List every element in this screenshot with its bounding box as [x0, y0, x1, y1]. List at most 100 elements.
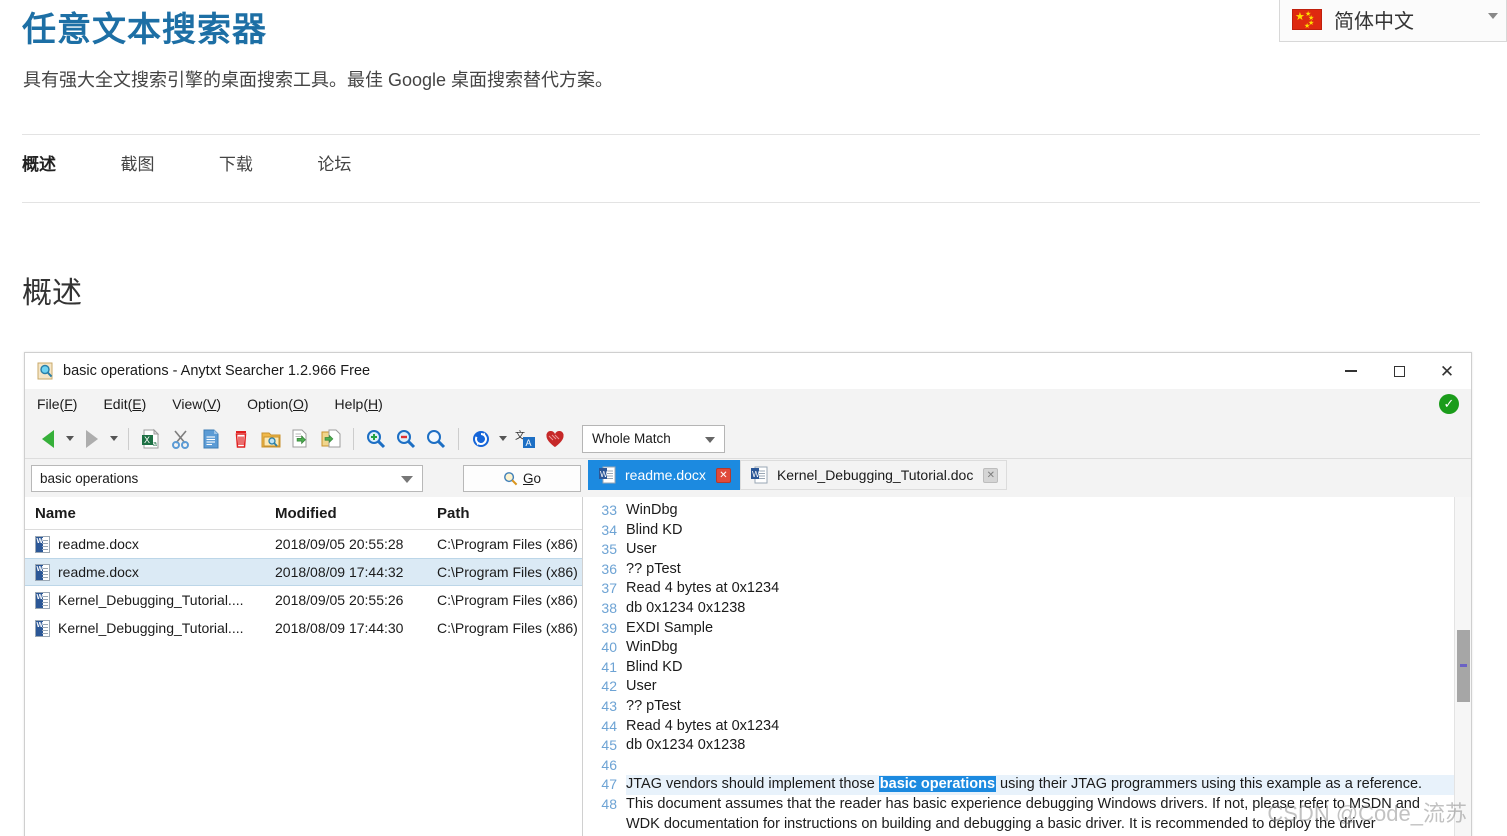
menu-option[interactable]: Option(O) — [247, 396, 308, 412]
doc-tab-readme[interactable]: W readme.docx ✕ — [588, 460, 740, 490]
line-number: 43 — [601, 697, 617, 714]
line-text: Read 4 bytes at 0x1234 — [626, 717, 780, 734]
menu-view[interactable]: View(V) — [172, 396, 221, 412]
menu-file[interactable]: File(F) — [37, 396, 77, 412]
tab-screenshots[interactable]: 截图 — [120, 150, 154, 175]
line-number: 33 — [601, 502, 617, 518]
go-button-label: Go — [522, 470, 542, 486]
file-name: readme.docx — [58, 564, 139, 580]
chevron-down-icon — [499, 436, 507, 441]
svg-text:X: X — [144, 435, 150, 445]
table-row[interactable]: readme.docx 2018/08/09 17:44:32 C:\Progr… — [25, 558, 582, 586]
close-icon[interactable]: ✕ — [715, 467, 731, 483]
match-mode-select[interactable]: Whole Match — [582, 424, 725, 453]
refresh-button[interactable] — [466, 424, 496, 454]
page-subtitle: 具有强大全文搜索引擎的桌面搜索工具。最佳 Google 桌面搜索替代方案。 — [23, 70, 614, 90]
donate-button[interactable] — [540, 424, 570, 454]
language-label: 简体中文 — [1334, 10, 1414, 33]
maximize-button[interactable] — [1375, 353, 1423, 389]
open-folder-search-icon — [261, 432, 281, 447]
preview-line: 45 db 0x1234 0x1238 — [591, 736, 1454, 756]
zoom-reset-button[interactable] — [421, 424, 451, 454]
export-file-icon — [292, 429, 307, 447]
column-header-path[interactable]: Path — [427, 505, 577, 522]
forward-button[interactable] — [77, 424, 107, 454]
tab-downloads[interactable]: 下载 — [219, 150, 253, 175]
language-selector[interactable]: ★ ★ ★ ★ ★ 简体中文 — [1279, 0, 1507, 42]
word-doc-icon: W — [750, 466, 768, 484]
line-text: This document assumes that the reader ha… — [626, 795, 1424, 832]
go-button[interactable]: Go — [463, 464, 581, 492]
scrollbar-thumb[interactable] — [1457, 630, 1470, 702]
doc-tab-kernel-debugging[interactable]: W Kernel_Debugging_Tutorial.doc ✕ — [739, 460, 1008, 490]
line-text: User — [626, 541, 657, 558]
line-number: 37 — [601, 580, 617, 597]
export-excel-icon: X a — [142, 428, 160, 448]
svg-text:W: W — [600, 470, 608, 479]
file-modified: 2018/08/09 17:44:30 — [275, 620, 404, 636]
line-number: 48 — [601, 795, 617, 812]
table-row[interactable]: Kernel_Debugging_Tutorial.... 2018/09/05… — [25, 586, 582, 614]
window-title: basic operations - Anytxt Searcher 1.2.9… — [63, 363, 371, 379]
app-toolbar: X a 文 A Whole Match — [25, 419, 1471, 459]
line-text: Read 4 bytes at 0x1234 — [626, 580, 780, 597]
tab-overview[interactable]: 概述 — [22, 150, 56, 175]
chevron-down-icon — [705, 436, 715, 443]
preview-line: 43 ?? pTest — [591, 697, 1454, 717]
preview-line: 39 EXDI Sample — [591, 619, 1454, 639]
main-split: Name Modified Path readme.docx 2018/09/0… — [25, 497, 1471, 836]
refresh-dropdown-button[interactable] — [496, 425, 510, 453]
app-titlebar: basic operations - Anytxt Searcher 1.2.9… — [25, 353, 1471, 389]
cut-button[interactable] — [166, 424, 196, 454]
line-text: ?? pTest — [626, 697, 681, 714]
column-header-name[interactable]: Name — [25, 505, 265, 522]
back-dropdown-button[interactable] — [63, 425, 77, 453]
back-button[interactable] — [33, 424, 63, 454]
preview-line: 42 User — [591, 677, 1454, 697]
minimize-icon — [1345, 370, 1357, 372]
preview-line: 46 — [591, 756, 1454, 776]
line-number: 46 — [601, 756, 617, 773]
minimize-button[interactable] — [1327, 353, 1375, 389]
app-menubar: File(F) Edit(E) View(V) Option(O) Help(H… — [25, 389, 1471, 419]
open-folder-search-button[interactable] — [256, 424, 286, 454]
zoom-out-button[interactable] — [391, 424, 421, 454]
table-row[interactable]: Kernel_Debugging_Tutorial.... 2018/08/09… — [25, 614, 582, 642]
export-excel-button[interactable]: X a — [136, 424, 166, 454]
line-number: 47 — [601, 776, 617, 793]
close-button[interactable]: ✕ — [1423, 353, 1471, 389]
preview-line-match: 47 JTAG vendors should implement those b… — [591, 775, 1454, 795]
column-header-modified[interactable]: Modified — [265, 505, 427, 522]
menu-help[interactable]: Help(H) — [335, 396, 383, 412]
chevron-down-icon[interactable] — [401, 475, 413, 483]
line-number: 39 — [601, 619, 617, 636]
preview-line: 33 WinDbg — [591, 501, 1454, 521]
forward-dropdown-button[interactable] — [107, 425, 121, 453]
tab-forum[interactable]: 论坛 — [317, 150, 351, 175]
document-button[interactable] — [196, 424, 226, 454]
zoom-in-button[interactable] — [361, 424, 391, 454]
svg-text:A: A — [526, 438, 532, 448]
svg-text:W: W — [752, 470, 760, 479]
translate-button[interactable]: 文 A — [510, 424, 540, 454]
chevron-down-icon — [110, 436, 118, 441]
search-input[interactable]: basic operations — [31, 464, 423, 492]
export-file-button[interactable] — [286, 424, 316, 454]
file-name: Kernel_Debugging_Tutorial.... — [58, 592, 244, 608]
preview-scrollbar[interactable] — [1454, 497, 1471, 836]
file-path: C:\Program Files (x86)\ — [437, 536, 577, 552]
doc-tab-label: readme.docx — [625, 467, 706, 483]
word-doc-icon — [35, 619, 50, 637]
line-number: 35 — [601, 541, 617, 558]
delete-button[interactable] — [226, 424, 256, 454]
header-divider — [22, 134, 1480, 135]
file-modified: 2018/09/05 20:55:28 — [275, 536, 404, 552]
preview-line: 44 Read 4 bytes at 0x1234 — [591, 717, 1454, 737]
file-modified: 2018/09/05 20:55:26 — [275, 592, 404, 608]
close-icon[interactable]: ✕ — [983, 467, 999, 483]
table-row[interactable]: readme.docx 2018/09/05 20:55:28 C:\Progr… — [25, 530, 582, 558]
menu-edit[interactable]: Edit(E) — [103, 396, 146, 412]
line-number: 34 — [601, 521, 617, 538]
chevron-down-icon — [66, 436, 74, 441]
import-file-button[interactable] — [316, 424, 346, 454]
